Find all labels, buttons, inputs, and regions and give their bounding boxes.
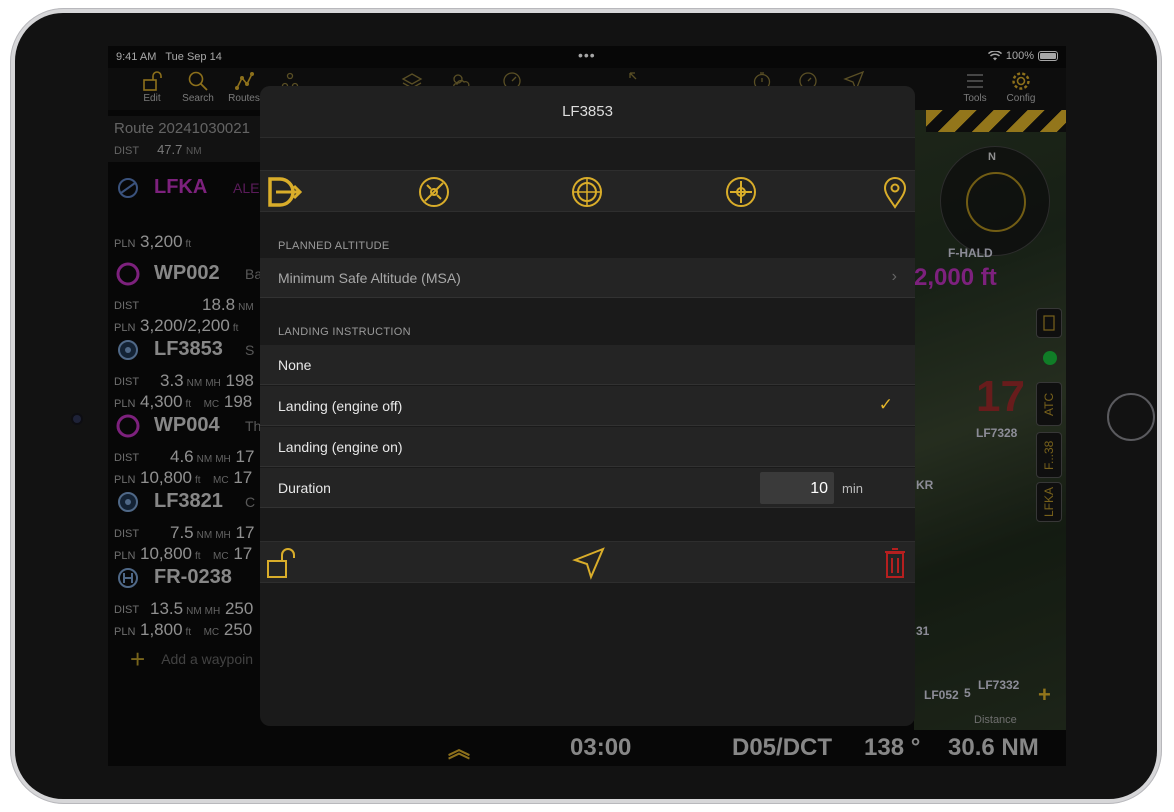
unlock-icon[interactable] [266, 546, 298, 580]
home-button[interactable] [1107, 393, 1155, 441]
modal-action-icons [260, 170, 915, 212]
duration-input[interactable]: 10 [760, 472, 834, 504]
modal-title: LF3853 [260, 86, 915, 138]
cross-waypoint-icon[interactable] [417, 175, 451, 209]
checkmark-icon: ✓ [878, 395, 893, 414]
landing-option-engine-off[interactable]: Landing (engine off) ✓ [260, 386, 915, 426]
modal-bottom-actions [260, 541, 915, 583]
crosshair-icon[interactable] [724, 175, 758, 209]
planned-altitude-section: PLANNED ALTITUDE [278, 240, 390, 252]
landing-option-engine-on[interactable]: Landing (engine on) [260, 427, 915, 467]
chevron-right-icon: › [891, 268, 897, 285]
screen: 9:41 AM Tue Sep 14 ••• 100% Edit Search … [108, 46, 1066, 766]
waypoint-detail-modal: LF3853 PLANNED ALTITUDE Minimum Safe Alt… [260, 86, 915, 726]
trash-icon[interactable] [884, 547, 906, 579]
planned-altitude-row[interactable]: Minimum Safe Altitude (MSA) › [260, 258, 915, 298]
landing-option-none[interactable]: None [260, 345, 915, 385]
target-icon[interactable] [570, 175, 604, 209]
duration-row: Duration 10 min [260, 468, 915, 508]
direct-to-icon[interactable] [264, 175, 304, 209]
landing-instruction-section: LANDING INSTRUCTION [278, 326, 411, 338]
front-camera [73, 415, 81, 423]
navigate-icon[interactable] [572, 546, 606, 580]
location-pin-icon[interactable] [878, 175, 912, 209]
